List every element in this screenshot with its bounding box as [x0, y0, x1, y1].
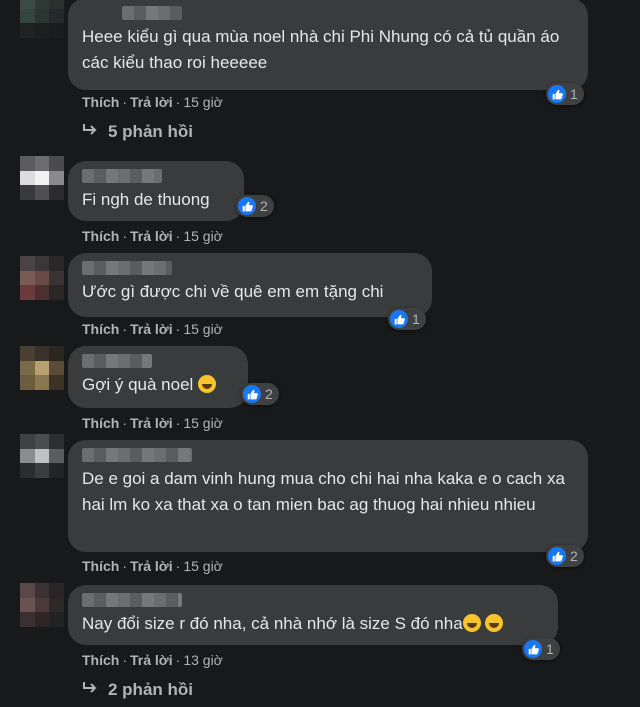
comment-time[interactable]: 13 giờ [183, 652, 223, 668]
thumbs-up-icon [524, 640, 542, 658]
comment-bubble: Fi ngh de thuong [68, 161, 244, 221]
reaction-summary[interactable]: 2 [241, 383, 279, 405]
grinning-emoji-icon [485, 614, 504, 632]
avatar[interactable] [20, 583, 64, 627]
comment-actions: Thích · Trả lời · 15 giờ [82, 94, 223, 110]
commenter-name[interactable] [82, 261, 172, 275]
avatar[interactable] [20, 434, 64, 478]
comment-time[interactable]: 15 giờ [183, 415, 223, 431]
thumbs-up-icon [548, 547, 566, 565]
like-link[interactable]: Thích [82, 321, 119, 337]
replies-count: 2 phản hồi [108, 680, 193, 699]
commenter-name[interactable] [82, 169, 162, 183]
comment-time[interactable]: 15 giờ [183, 558, 223, 574]
reaction-summary[interactable]: 1 [546, 83, 584, 105]
comment-actions: Thích · Trả lời · 13 giờ [82, 652, 223, 668]
reaction-summary[interactable]: 2 [236, 195, 274, 217]
comment-text: Nay đổi size r đó nha, cả nhà nhớ là siz… [82, 611, 544, 637]
reaction-summary[interactable]: 2 [546, 545, 584, 567]
commenter-name[interactable] [82, 354, 152, 368]
avatar[interactable] [20, 256, 64, 300]
thumbs-up-icon [548, 85, 566, 103]
reply-link[interactable]: Trả lời [130, 652, 173, 668]
view-replies[interactable]: 2 phản hồi [82, 680, 193, 700]
like-link[interactable]: Thích [82, 652, 119, 668]
reply-arrow-icon [82, 122, 98, 142]
comment-text: Heee kiểu gì qua mùa noel nhà chi Phi Nh… [82, 27, 560, 72]
commenter-name[interactable] [82, 593, 182, 607]
comment-actions: Thích · Trả lời · 15 giờ [82, 321, 223, 337]
comment-text: Fi ngh de thuong [82, 190, 210, 209]
comment-time[interactable]: 15 giờ [183, 94, 223, 110]
reply-link[interactable]: Trả lời [130, 321, 173, 337]
comment-bubble: Heee kiểu gì qua mùa noel nhà chi Phi Nh… [68, 0, 588, 90]
comment-bubble: De e goi a dam vinh hung mua cho chi hai… [68, 440, 588, 552]
reply-link[interactable]: Trả lời [130, 94, 173, 110]
replies-count: 5 phản hồi [108, 122, 193, 141]
comment-text: De e goi a dam vinh hung mua cho chi hai… [82, 469, 565, 514]
comment-bubble: Ước gì được chi về quê em em tặng chi [68, 253, 432, 317]
comment-text: Gợi ý quà noel [82, 372, 234, 398]
grinning-emoji-icon [462, 614, 481, 632]
avatar[interactable] [20, 156, 64, 200]
reaction-summary[interactable]: 1 [388, 308, 426, 330]
like-link[interactable]: Thích [82, 558, 119, 574]
reply-link[interactable]: Trả lời [130, 415, 173, 431]
commenter-name[interactable] [82, 448, 192, 462]
comment-bubble: Nay đổi size r đó nha, cả nhà nhớ là siz… [68, 585, 558, 645]
reaction-count: 2 [570, 548, 578, 564]
comment-actions: Thích · Trả lời · 15 giờ [82, 415, 223, 431]
reply-link[interactable]: Trả lời [130, 558, 173, 574]
reaction-summary[interactable]: 1 [522, 638, 560, 660]
view-replies[interactable]: 5 phản hồi [82, 122, 193, 142]
avatar[interactable] [20, 346, 64, 390]
commenter-name[interactable] [122, 6, 182, 20]
reply-arrow-icon [82, 680, 98, 700]
reaction-count: 1 [546, 641, 554, 657]
comment-actions: Thích · Trả lời · 15 giờ [82, 228, 223, 244]
thumbs-up-icon [390, 310, 408, 328]
thumbs-up-icon [238, 197, 256, 215]
comment-time[interactable]: 15 giờ [183, 228, 223, 244]
reaction-count: 1 [412, 311, 420, 327]
reaction-count: 2 [265, 386, 273, 402]
reply-link[interactable]: Trả lời [130, 228, 173, 244]
reaction-count: 1 [570, 86, 578, 102]
avatar[interactable] [20, 0, 64, 38]
comment-time[interactable]: 15 giờ [183, 321, 223, 337]
comment-actions: Thích · Trả lời · 15 giờ [82, 558, 223, 574]
laughing-emoji-icon [198, 375, 217, 393]
like-link[interactable]: Thích [82, 228, 119, 244]
like-link[interactable]: Thích [82, 415, 119, 431]
thumbs-up-icon [243, 385, 261, 403]
like-link[interactable]: Thích [82, 94, 119, 110]
reaction-count: 2 [260, 198, 268, 214]
comment-text: Ước gì được chi về quê em em tặng chi [82, 282, 384, 301]
comment-bubble: Gợi ý quà noel [68, 346, 248, 408]
